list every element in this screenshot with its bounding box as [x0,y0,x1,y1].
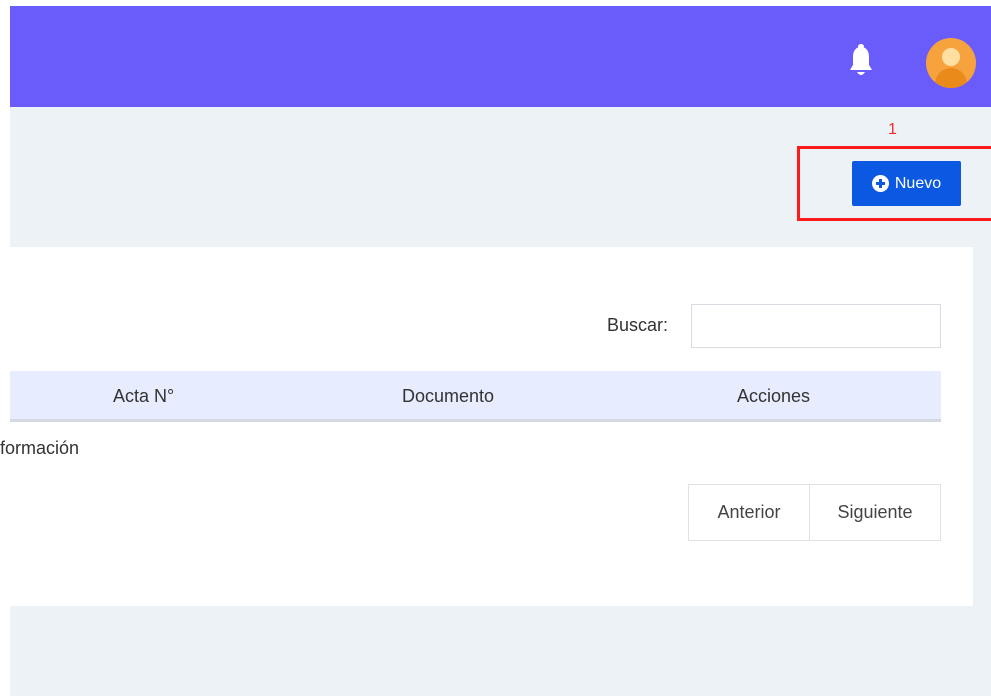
user-avatar[interactable] [926,38,976,88]
previous-page-button[interactable]: Anterior [689,485,810,540]
search-label: Buscar: [607,315,669,335]
avatar-head-icon [942,48,960,66]
column-acciones[interactable]: Acciones [737,385,810,407]
top-navigation-bar [10,6,991,107]
column-acta-number[interactable]: Acta N° [113,385,174,407]
bell-icon[interactable] [848,44,874,78]
new-button-label: Nuevo [894,174,942,192]
empty-table-message: formación [0,438,80,458]
annotation-number: 1 [888,121,897,138]
pagination-controls: Anterior Siguiente [688,484,941,541]
column-documento[interactable]: Documento [402,385,494,407]
new-button[interactable]: Nuevo [852,161,961,206]
search-input[interactable] [691,304,941,348]
plus-circle-icon [871,175,889,192]
next-page-button[interactable]: Siguiente [810,485,940,540]
avatar-body-icon [935,68,967,88]
table-header-row: Acta N° Documento Acciones [10,371,941,422]
records-panel [10,247,973,606]
